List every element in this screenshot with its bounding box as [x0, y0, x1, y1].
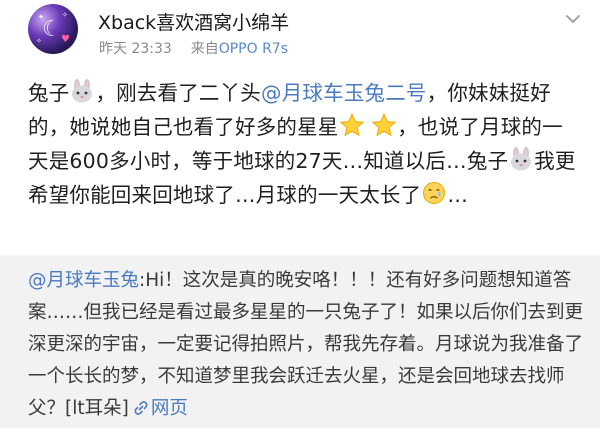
avatar-star-decoration: ✧ — [62, 11, 68, 19]
quoted-post-text: @月球车玉兔:Hi！这次是真的晚安咯！！！还有好多问题想知道答案……但我已经是看… — [28, 265, 590, 427]
mention-link[interactable]: @月球车玉兔二号 — [261, 81, 427, 105]
device-name[interactable]: OPPO R7s — [219, 41, 288, 57]
source-prefix: 来自 — [190, 41, 219, 57]
web-link[interactable]: 网页 — [151, 398, 188, 419]
chevron-down-icon[interactable] — [564, 10, 582, 28]
quoted-mention-link[interactable]: @月球车玉兔 — [28, 270, 139, 291]
post-text-segment: ，刚去看了二丫头 — [95, 81, 262, 105]
quoted-post[interactable]: @月球车玉兔:Hi！这次是真的晚安咯！！！还有好多问题想知道答案……但我已经是看… — [0, 255, 600, 428]
post-time: 昨天 23:33 — [99, 41, 172, 57]
link-icon — [133, 395, 149, 427]
avatar-character: ☾ — [42, 17, 62, 42]
username[interactable]: Xback喜欢酒窝小绵羊 — [98, 8, 289, 35]
post-header: ✦ ✧ ✧ ☾ ♥ Xback喜欢酒窝小绵羊 昨天 23:33 来自OPPO R… — [0, 0, 600, 64]
post-text: 兔子 ，刚去看了二丫头@月球车玉兔二号，你妹妹挺好的，她说她自己也看了好多的星星 … — [28, 76, 582, 212]
sad-face-emoji — [421, 181, 447, 205]
post-text-segment: … — [447, 183, 469, 207]
star-emoji — [371, 113, 397, 137]
post-meta: 昨天 23:33 来自OPPO R7s — [99, 38, 288, 58]
star-emoji — [339, 113, 365, 137]
avatar-heart-decoration: ♥ — [61, 34, 70, 45]
avatar-star-decoration: ✧ — [36, 37, 42, 45]
post-text-segment: 兔子 — [28, 81, 70, 105]
rabbit-face-emoji — [508, 147, 534, 171]
avatar[interactable]: ✦ ✧ ✧ ☾ ♥ — [28, 4, 78, 54]
quoted-text-body: :Hi！这次是真的晚安咯！！！还有好多问题想知道答案……但我已经是看过最多星星的… — [28, 270, 584, 419]
rabbit-face-emoji — [69, 79, 95, 103]
